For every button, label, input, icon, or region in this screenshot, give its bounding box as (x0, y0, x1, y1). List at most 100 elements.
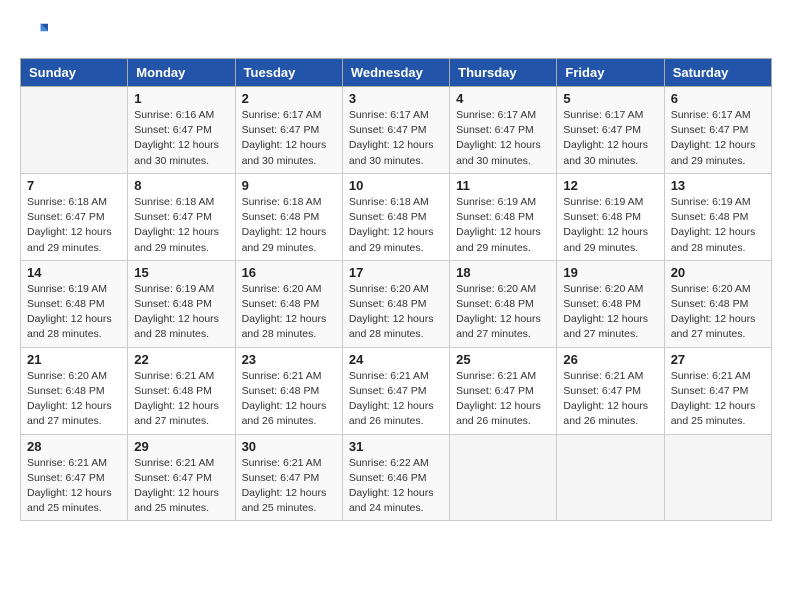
calendar-cell: 30 Sunrise: 6:21 AM Sunset: 6:47 PM Dayli… (235, 434, 342, 521)
calendar-cell: 13 Sunrise: 6:19 AM Sunset: 6:48 PM Dayli… (664, 173, 771, 260)
calendar-header-wednesday: Wednesday (342, 59, 449, 87)
calendar-header-monday: Monday (128, 59, 235, 87)
calendar-table: SundayMondayTuesdayWednesdayThursdayFrid… (20, 58, 772, 521)
day-detail: Sunrise: 6:20 AM Sunset: 6:48 PM Dayligh… (563, 282, 657, 343)
calendar-cell: 7 Sunrise: 6:18 AM Sunset: 6:47 PM Daylig… (21, 173, 128, 260)
day-detail: Sunrise: 6:18 AM Sunset: 6:47 PM Dayligh… (134, 195, 228, 256)
day-number: 17 (349, 265, 443, 280)
calendar-week-row: 21 Sunrise: 6:20 AM Sunset: 6:48 PM Dayli… (21, 347, 772, 434)
calendar-cell: 16 Sunrise: 6:20 AM Sunset: 6:48 PM Dayli… (235, 260, 342, 347)
day-detail: Sunrise: 6:20 AM Sunset: 6:48 PM Dayligh… (349, 282, 443, 343)
day-number: 14 (27, 265, 121, 280)
day-detail: Sunrise: 6:18 AM Sunset: 6:48 PM Dayligh… (242, 195, 336, 256)
day-detail: Sunrise: 6:17 AM Sunset: 6:47 PM Dayligh… (456, 108, 550, 169)
day-detail: Sunrise: 6:16 AM Sunset: 6:47 PM Dayligh… (134, 108, 228, 169)
day-detail: Sunrise: 6:21 AM Sunset: 6:48 PM Dayligh… (134, 369, 228, 430)
calendar-cell (21, 87, 128, 174)
calendar-cell (450, 434, 557, 521)
day-detail: Sunrise: 6:21 AM Sunset: 6:47 PM Dayligh… (671, 369, 765, 430)
day-number: 19 (563, 265, 657, 280)
day-detail: Sunrise: 6:20 AM Sunset: 6:48 PM Dayligh… (27, 369, 121, 430)
day-number: 3 (349, 91, 443, 106)
day-detail: Sunrise: 6:21 AM Sunset: 6:48 PM Dayligh… (242, 369, 336, 430)
calendar-cell: 24 Sunrise: 6:21 AM Sunset: 6:47 PM Dayli… (342, 347, 449, 434)
logo-icon (20, 20, 48, 48)
page-header (20, 20, 772, 48)
calendar-cell: 20 Sunrise: 6:20 AM Sunset: 6:48 PM Dayli… (664, 260, 771, 347)
day-number: 9 (242, 178, 336, 193)
calendar-cell: 12 Sunrise: 6:19 AM Sunset: 6:48 PM Dayli… (557, 173, 664, 260)
calendar-cell: 8Sunrise: 6:18 AM Sunset: 6:47 PM Daylig… (128, 173, 235, 260)
day-number: 21 (27, 352, 121, 367)
calendar-cell: 6 Sunrise: 6:17 AM Sunset: 6:47 PM Daylig… (664, 87, 771, 174)
day-number: 18 (456, 265, 550, 280)
day-number: 6 (671, 91, 765, 106)
day-detail: Sunrise: 6:21 AM Sunset: 6:47 PM Dayligh… (134, 456, 228, 517)
day-detail: Sunrise: 6:19 AM Sunset: 6:48 PM Dayligh… (27, 282, 121, 343)
day-detail: Sunrise: 6:20 AM Sunset: 6:48 PM Dayligh… (242, 282, 336, 343)
calendar-cell: 4 Sunrise: 6:17 AM Sunset: 6:47 PM Daylig… (450, 87, 557, 174)
day-number: 10 (349, 178, 443, 193)
calendar-cell: 14 Sunrise: 6:19 AM Sunset: 6:48 PM Dayli… (21, 260, 128, 347)
day-number: 27 (671, 352, 765, 367)
calendar-cell: 29 Sunrise: 6:21 AM Sunset: 6:47 PM Dayli… (128, 434, 235, 521)
calendar-cell: 31Sunrise: 6:22 AM Sunset: 6:46 PM Dayli… (342, 434, 449, 521)
calendar-cell: 19 Sunrise: 6:20 AM Sunset: 6:48 PM Dayli… (557, 260, 664, 347)
calendar-cell: 10Sunrise: 6:18 AM Sunset: 6:48 PM Dayli… (342, 173, 449, 260)
day-number: 28 (27, 439, 121, 454)
day-number: 4 (456, 91, 550, 106)
day-detail: Sunrise: 6:17 AM Sunset: 6:47 PM Dayligh… (563, 108, 657, 169)
day-number: 11 (456, 178, 550, 193)
calendar-header-friday: Friday (557, 59, 664, 87)
calendar-cell: 26Sunrise: 6:21 AM Sunset: 6:47 PM Dayli… (557, 347, 664, 434)
day-number: 30 (242, 439, 336, 454)
calendar-cell (664, 434, 771, 521)
day-detail: Sunrise: 6:19 AM Sunset: 6:48 PM Dayligh… (134, 282, 228, 343)
day-detail: Sunrise: 6:21 AM Sunset: 6:47 PM Dayligh… (456, 369, 550, 430)
day-number: 23 (242, 352, 336, 367)
day-detail: Sunrise: 6:18 AM Sunset: 6:47 PM Dayligh… (27, 195, 121, 256)
calendar-cell: 23 Sunrise: 6:21 AM Sunset: 6:48 PM Dayli… (235, 347, 342, 434)
calendar-cell: 21 Sunrise: 6:20 AM Sunset: 6:48 PM Dayli… (21, 347, 128, 434)
day-number: 12 (563, 178, 657, 193)
day-number: 16 (242, 265, 336, 280)
calendar-week-row: 1 Sunrise: 6:16 AM Sunset: 6:47 PM Daylig… (21, 87, 772, 174)
calendar-cell: 2 Sunrise: 6:17 AM Sunset: 6:47 PM Daylig… (235, 87, 342, 174)
day-detail: Sunrise: 6:19 AM Sunset: 6:48 PM Dayligh… (456, 195, 550, 256)
day-number: 26 (563, 352, 657, 367)
day-number: 2 (242, 91, 336, 106)
day-number: 22 (134, 352, 228, 367)
calendar-cell: 28 Sunrise: 6:21 AM Sunset: 6:47 PM Dayli… (21, 434, 128, 521)
calendar-cell: 17 Sunrise: 6:20 AM Sunset: 6:48 PM Dayli… (342, 260, 449, 347)
day-number: 29 (134, 439, 228, 454)
calendar-cell: 1 Sunrise: 6:16 AM Sunset: 6:47 PM Daylig… (128, 87, 235, 174)
day-number: 1 (134, 91, 228, 106)
day-number: 20 (671, 265, 765, 280)
day-detail: Sunrise: 6:20 AM Sunset: 6:48 PM Dayligh… (671, 282, 765, 343)
calendar-cell (557, 434, 664, 521)
day-number: 7 (27, 178, 121, 193)
day-detail: Sunrise: 6:21 AM Sunset: 6:47 PM Dayligh… (242, 456, 336, 517)
calendar-cell: 5 Sunrise: 6:17 AM Sunset: 6:47 PM Daylig… (557, 87, 664, 174)
day-number: 5 (563, 91, 657, 106)
day-detail: Sunrise: 6:19 AM Sunset: 6:48 PM Dayligh… (671, 195, 765, 256)
calendar-week-row: 28 Sunrise: 6:21 AM Sunset: 6:47 PM Dayli… (21, 434, 772, 521)
calendar-cell: 18 Sunrise: 6:20 AM Sunset: 6:48 PM Dayli… (450, 260, 557, 347)
day-detail: Sunrise: 6:17 AM Sunset: 6:47 PM Dayligh… (671, 108, 765, 169)
calendar-cell: 11 Sunrise: 6:19 AM Sunset: 6:48 PM Dayli… (450, 173, 557, 260)
day-number: 13 (671, 178, 765, 193)
calendar-cell: 15Sunrise: 6:19 AM Sunset: 6:48 PM Dayli… (128, 260, 235, 347)
calendar-cell: 27 Sunrise: 6:21 AM Sunset: 6:47 PM Dayli… (664, 347, 771, 434)
day-number: 24 (349, 352, 443, 367)
day-detail: Sunrise: 6:19 AM Sunset: 6:48 PM Dayligh… (563, 195, 657, 256)
day-detail: Sunrise: 6:20 AM Sunset: 6:48 PM Dayligh… (456, 282, 550, 343)
day-detail: Sunrise: 6:21 AM Sunset: 6:47 PM Dayligh… (27, 456, 121, 517)
calendar-week-row: 7 Sunrise: 6:18 AM Sunset: 6:47 PM Daylig… (21, 173, 772, 260)
day-detail: Sunrise: 6:17 AM Sunset: 6:47 PM Dayligh… (349, 108, 443, 169)
calendar-cell: 3 Sunrise: 6:17 AM Sunset: 6:47 PM Daylig… (342, 87, 449, 174)
day-detail: Sunrise: 6:21 AM Sunset: 6:47 PM Dayligh… (349, 369, 443, 430)
calendar-week-row: 14 Sunrise: 6:19 AM Sunset: 6:48 PM Dayli… (21, 260, 772, 347)
day-detail: Sunrise: 6:17 AM Sunset: 6:47 PM Dayligh… (242, 108, 336, 169)
calendar-cell: 25Sunrise: 6:21 AM Sunset: 6:47 PM Dayli… (450, 347, 557, 434)
calendar-header-sunday: Sunday (21, 59, 128, 87)
